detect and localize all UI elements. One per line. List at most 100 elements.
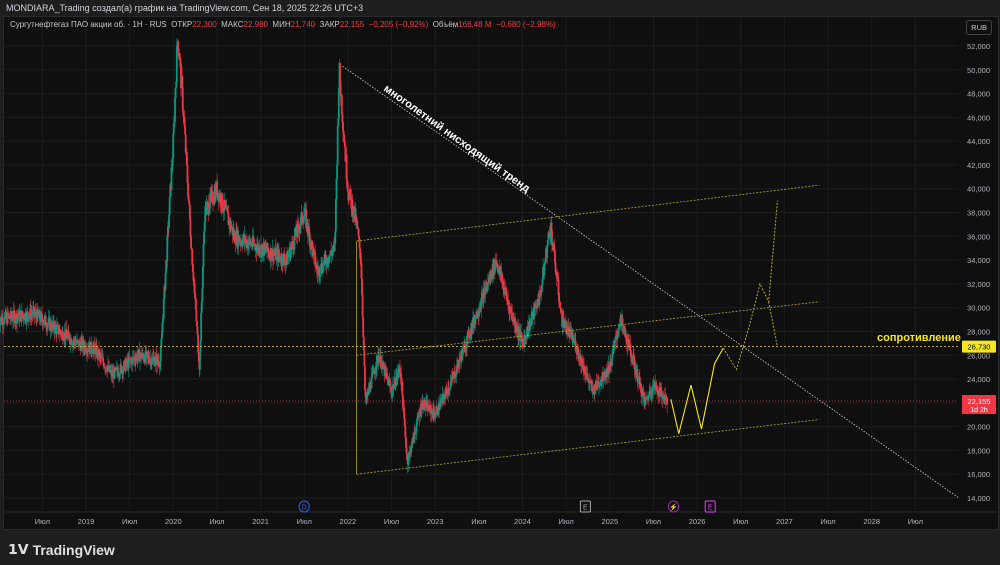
volume-value: 166,48 M — [458, 20, 492, 29]
candle-body — [386, 377, 389, 379]
x-tick-label: Июл — [35, 517, 50, 526]
y-tick-label: 48,000 — [967, 90, 990, 99]
x-tick-label: 2027 — [776, 517, 793, 526]
current-price-label: 22,155 — [968, 397, 991, 406]
y-tick-label: 16,000 — [967, 470, 990, 479]
x-tick-label: Июл — [820, 517, 835, 526]
y-tick-label: 42,000 — [967, 161, 990, 170]
channel-upper-line — [356, 184, 820, 242]
candle-body — [337, 88, 340, 118]
candle-body — [184, 134, 187, 153]
channel-lower-line — [356, 419, 820, 475]
x-tick-label: Июл — [646, 517, 661, 526]
y-tick-label: 40,000 — [967, 185, 990, 194]
x-tick-label: 2025 — [601, 517, 618, 526]
close-label: ЗАКР — [319, 20, 340, 29]
projection-dotted-path — [722, 200, 778, 371]
x-tick-label: 2020 — [165, 517, 182, 526]
y-tick-label: 36,000 — [967, 232, 990, 241]
x-tick-label: Июл — [471, 517, 486, 526]
symbol-name[interactable]: Сургутнефтегаз ПАО акции об. · 1Н · RUS — [10, 20, 167, 29]
candle-body — [226, 206, 229, 211]
event-marker-label: E — [583, 505, 588, 512]
low-label: МИН — [272, 20, 291, 29]
candle-body — [55, 326, 58, 334]
close-value: 22,155 — [339, 20, 365, 29]
tv-logo-icon: 𝟭𝗩 — [8, 541, 29, 557]
x-tick-label: 2019 — [78, 517, 95, 526]
candle-body — [361, 295, 364, 317]
y-tick-label: 52,000 — [967, 42, 990, 51]
low-value: 21,740 — [290, 20, 316, 29]
countdown-label: 1d 2h — [970, 407, 988, 414]
candle-body — [564, 320, 567, 325]
x-tick-label: 2021 — [252, 517, 269, 526]
candle-body — [586, 373, 589, 378]
candle-body — [159, 346, 162, 362]
x-tick-label: 2028 — [863, 517, 880, 526]
event-marker-label: ⚡ — [669, 503, 678, 512]
candle-body — [302, 215, 305, 224]
projection-alt-path — [768, 301, 778, 348]
tradingview-logo[interactable]: 𝟭𝗩 TradingView — [8, 541, 115, 558]
y-tick-label: 20,000 — [967, 423, 990, 432]
y-tick-label: 46,000 — [967, 113, 990, 122]
resistance-annotation: сопротивление — [877, 332, 961, 344]
candle-body — [574, 340, 577, 352]
open-value: 22,300 — [192, 20, 217, 29]
x-tick-label: Июл — [733, 517, 748, 526]
currency-button[interactable]: RUB — [966, 20, 992, 35]
x-tick-label: Июл — [209, 517, 224, 526]
x-tick-label: 2022 — [340, 517, 357, 526]
candle-body — [336, 126, 339, 165]
y-tick-label: 26,000 — [967, 351, 990, 360]
candle-body — [349, 188, 352, 197]
candle-body — [168, 214, 170, 228]
symbol-legend: Сургутнефтегаз ПАО акции об. · 1Н · RUS … — [10, 20, 556, 29]
y-tick-label: 28,000 — [967, 327, 990, 336]
x-tick-label: Июл — [384, 517, 399, 526]
y-tick-label: 50,000 — [967, 66, 990, 75]
candle-body — [611, 358, 613, 366]
candle-body — [187, 182, 189, 198]
x-tick-label: 2026 — [689, 517, 706, 526]
y-tick-label: 44,000 — [967, 137, 990, 146]
candle-body — [175, 81, 178, 88]
y-tick-label: 24,000 — [967, 375, 990, 384]
x-tick-label: Июл — [297, 517, 312, 526]
event-marker-label: E — [708, 505, 713, 512]
candle-body — [21, 311, 24, 316]
high-value: 22,980 — [243, 20, 268, 29]
candle-body — [196, 326, 199, 335]
candle-body — [401, 382, 404, 396]
open-label: ОТКР — [171, 20, 193, 29]
x-tick-label: 2023 — [427, 517, 444, 526]
y-tick-label: 34,000 — [967, 256, 990, 265]
candle-body — [500, 271, 503, 281]
resistance-price-label: 26,730 — [968, 343, 991, 352]
candle-body — [538, 292, 541, 305]
x-tick-label: Июл — [908, 517, 923, 526]
high-label: МАКС — [221, 20, 244, 29]
trend-annotation: многолетний нисходящий тренд — [381, 83, 532, 195]
y-tick-label: 30,000 — [967, 304, 990, 313]
y-tick-label: 32,000 — [967, 280, 990, 289]
y-tick-label: 14,000 — [967, 494, 990, 503]
candle-body — [546, 246, 549, 258]
candle-body — [171, 157, 174, 166]
brand-name: TradingView — [32, 541, 115, 558]
y-tick-label: 38,000 — [967, 209, 990, 218]
x-tick-label: 2024 — [514, 517, 531, 526]
candle-body — [355, 216, 358, 221]
event-marker-label: D — [302, 505, 307, 512]
volume-change: −0,680 (−2,98%) — [496, 20, 556, 29]
candle-body — [557, 279, 560, 296]
change-value: −0,205 (−0,92%) — [368, 20, 429, 29]
price-chart[interactable]: 14,00016,00018,00020,00022,00024,00026,0… — [0, 0, 1000, 565]
candle-body — [340, 94, 343, 115]
candle-body — [172, 133, 175, 158]
candle-body — [655, 386, 658, 391]
candle-body — [358, 238, 361, 249]
candle-body — [462, 347, 464, 356]
x-tick-label: Июл — [122, 517, 137, 526]
